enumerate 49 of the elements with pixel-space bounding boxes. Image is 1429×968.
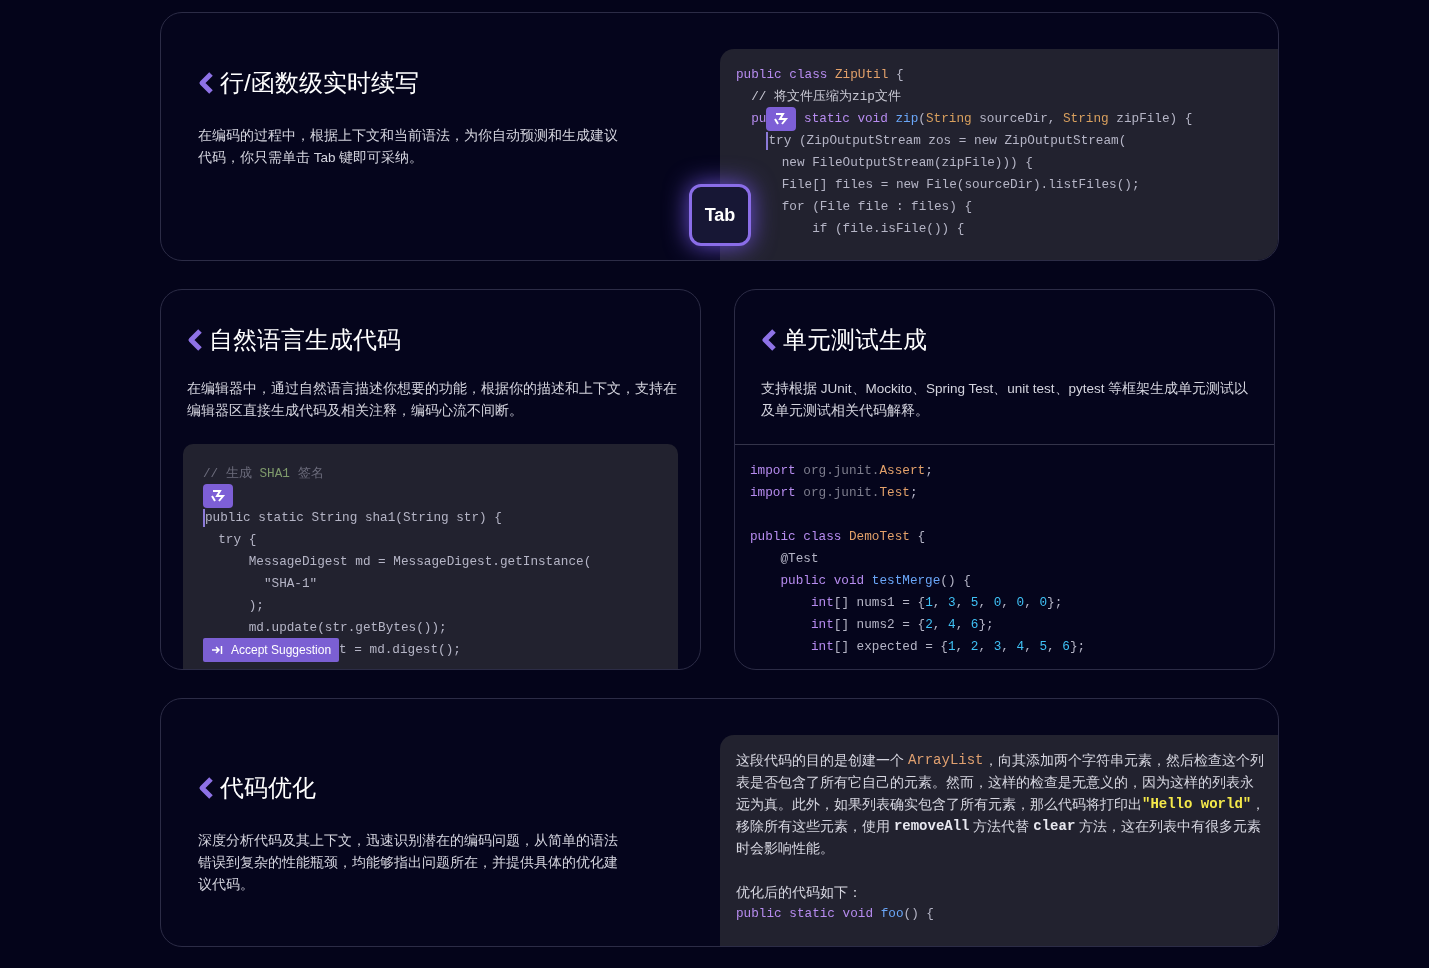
code-text: pu <box>750 110 767 129</box>
chevron-left-icon <box>198 775 216 800</box>
code-line: @Test <box>779 550 819 569</box>
code-text: try (ZipOutputStream zos = new ZipOutputStream( <box>768 132 1127 151</box>
code-line: if (file.isFile()) { <box>811 220 965 239</box>
feature-description: 在编码的过程中，根据上下文和当前语法，为你自动预测和生成建议代码，你只需单击 Tab 键即可采纳。 <box>198 126 619 167</box>
chevron-left-icon <box>187 328 205 352</box>
code-line: int[] nums2 = {2, 4, 6}; <box>809 616 994 635</box>
feature-title: 行/函数级实时续写 <box>220 67 419 98</box>
answer-line: 远为真。此外，如果列表确实包含了所有元素，那么代码将打印出"Hello world"， <box>736 794 1266 814</box>
code-text: public static String sha1(String str) { <box>205 509 502 528</box>
accept-suggestion-button[interactable]: Accept Suggestion <box>203 638 340 662</box>
code-text: t = md.digest(); <box>339 641 461 660</box>
code-line: int[] expected = {1, 2, 3, 4, 5, 6}; <box>809 638 1086 657</box>
chevron-left-icon <box>761 328 779 352</box>
code-line: new FileOutputStream(zipFile))) { <box>780 154 1033 173</box>
code-line: for (File file : files) { <box>780 198 973 217</box>
tab-arrow-icon <box>211 645 223 655</box>
code-line: public void testMerge() { <box>779 572 971 591</box>
feature-title: 代码优化 <box>220 772 316 803</box>
feature-description: 支持根据 JUnit、Mockito、Spring Test、unit test、pytest 等框架生成单元测试以及单元测试相关代码解释。 <box>761 380 1250 420</box>
feature-title: 自然语言生成代码 <box>209 325 401 355</box>
answer-line: 移除所有这些元素，使用 removeAll 方法代替 clear 方法，这在列表中有很多元素 <box>736 816 1262 836</box>
code-line: public static void foo() { <box>736 905 934 924</box>
feature-description: 深度分析代码及其上下文，迅速识别潜在的编码问题，从简单的语法错误到复杂的性能瓶颈，均能够指出问题所在，并提供具体的优化建议代码。 <box>198 831 619 894</box>
code-line: public class DemoTest { <box>750 528 926 547</box>
code-line: import org.junit.Test; <box>750 484 918 503</box>
assistant-logo-icon <box>203 484 233 508</box>
code-line: "SHA-1" <box>262 575 318 594</box>
code-line: File[] files = new File(sourceDir).listFiles(); <box>780 176 1140 195</box>
chevron-left-icon <box>198 70 216 95</box>
feature-description: 在编辑器中，通过自然语言描述你想要的功能，根据你的描述和上下文，支持在编辑器区直接生成代码及相关注释，编码心流不间断。 <box>187 380 678 420</box>
code-line: ); <box>247 597 264 616</box>
answer-line: 优化后的代码如下： <box>736 882 862 902</box>
code-line: int[] nums1 = {1, 3, 5, 0, 0, 0}; <box>809 594 1063 613</box>
code-line: public class ZipUtil { <box>736 66 904 85</box>
answer-line: 时会影响性能。 <box>736 838 834 858</box>
code-line: import org.junit.Assert; <box>750 462 933 481</box>
feature-title: 单元测试生成 <box>783 325 927 355</box>
code-text: static void zip(String sourceDir, String zipFile) { <box>803 110 1193 129</box>
code-line: MessageDigest md = MessageDigest.getInstance( <box>247 553 592 572</box>
code-line: // 生成 SHA1 签名 <box>203 465 324 484</box>
code-line: md.update(str.getBytes()); <box>247 619 447 638</box>
assistant-logo-icon <box>766 107 797 131</box>
answer-line: 这段代码的目的是创建一个 ArrayList，向其添加两个字符串元素，然后检查这个列 <box>736 750 1264 770</box>
tab-key: Tab <box>689 184 751 246</box>
answer-line: 表是否包含了所有它自己的元素。然而，这样的检查是无意义的，因为这样的列表永 <box>736 772 1254 792</box>
code-line: try { <box>217 531 257 550</box>
code-line: // 将文件压缩为zip文件 <box>750 88 901 107</box>
